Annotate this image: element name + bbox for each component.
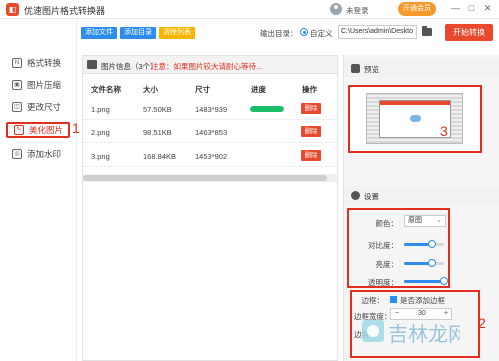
- column-header-size: 大小: [143, 85, 158, 94]
- column-header-action: 操作: [302, 85, 317, 94]
- add-folder-button[interactable]: 添加目录: [120, 27, 156, 39]
- resize-icon: ◫: [12, 102, 22, 112]
- large-file-note: 注意：如果图片较大请耐心等待...: [151, 62, 263, 71]
- contrast-slider[interactable]: [404, 240, 444, 248]
- sidebar-item-label: 更改尺寸: [27, 102, 62, 112]
- color-select-value: 原图: [408, 217, 422, 224]
- cloud-icon: [410, 115, 421, 122]
- sidebar-item-watermark[interactable]: ◎ 添加水印: [6, 146, 70, 162]
- clear-list-button[interactable]: 清除列表: [159, 27, 195, 39]
- slider-knob[interactable]: [440, 277, 448, 285]
- format-convert-icon: N: [12, 58, 22, 68]
- sidebar-item-beautify[interactable]: ✎ 美化图片: [6, 122, 70, 138]
- close-icon[interactable]: ✕: [482, 3, 493, 14]
- preview-header: 预览: [344, 59, 499, 77]
- title-bar: ◧ 优速图片格式转换器 未登录 开通会员 — □ ✕: [0, 0, 499, 19]
- file-dims: 1453*902: [195, 152, 228, 161]
- delete-button[interactable]: 删除: [301, 126, 321, 137]
- output-path-input[interactable]: C:\Users\admin\Deskto: [338, 25, 417, 39]
- vip-button[interactable]: 开通会员: [398, 2, 436, 16]
- slider-knob[interactable]: [428, 259, 436, 267]
- progress-fill: [250, 106, 284, 112]
- sidebar-item-compress[interactable]: ▣ 图片压缩: [6, 77, 70, 93]
- maximize-icon[interactable]: □: [466, 3, 477, 14]
- sidebar-item-label: 添加水印: [27, 149, 62, 159]
- sidebar-item-label: 图片压缩: [27, 80, 62, 90]
- minimize-icon[interactable]: —: [450, 3, 461, 14]
- start-convert-button[interactable]: 开始转换: [445, 24, 493, 41]
- annotation-1: 1: [72, 120, 80, 136]
- preview-image-header: [380, 101, 450, 105]
- user-avatar-icon[interactable]: [330, 3, 342, 15]
- sidebar-item-format-convert[interactable]: N 格式转换: [6, 55, 70, 71]
- chevron-down-icon: ⌄: [436, 217, 442, 224]
- file-name: 1.png: [91, 105, 110, 114]
- annotation-2: 2: [478, 315, 486, 331]
- column-header-name: 文件名称: [91, 85, 121, 94]
- border-label: 边框：: [361, 296, 385, 305]
- settings-title: 设置: [364, 192, 379, 201]
- column-header-dims: 尺寸: [195, 85, 210, 94]
- file-list-header: 图片信息（3个） 注意：如果图片较大请耐心等待...: [83, 56, 337, 74]
- transparency-slider[interactable]: [404, 277, 448, 285]
- progress-bar: [250, 106, 284, 112]
- app-logo-icon: ◧: [6, 3, 19, 16]
- output-dir-label: 输出目录：: [260, 29, 298, 38]
- custom-radio[interactable]: [300, 28, 308, 36]
- delete-button[interactable]: 删除: [301, 150, 321, 161]
- watermark-logo: 吉林龙网: [362, 320, 460, 346]
- file-size: 57.50KB: [143, 105, 172, 114]
- file-list-panel: 图片信息（3个） 注意：如果图片较大请耐心等待... 文件名称 大小 尺寸 进度…: [82, 55, 338, 361]
- compress-icon: ▣: [12, 80, 22, 90]
- brightness-label: 亮度：: [375, 260, 399, 269]
- beautify-icon: ✎: [14, 125, 24, 135]
- file-count-title: 图片信息（3个）: [101, 62, 158, 71]
- border-checkbox-label: 是否添加边框: [400, 296, 445, 305]
- file-dims: 1483*939: [195, 105, 228, 114]
- slider-knob[interactable]: [428, 240, 436, 248]
- file-dims: 1463*853: [195, 128, 228, 137]
- horizontal-scrollbar[interactable]: [83, 174, 337, 182]
- column-header-progress: 进度: [251, 85, 266, 94]
- border-checkbox[interactable]: [390, 296, 397, 303]
- custom-radio-label: 自定义: [310, 29, 333, 38]
- slider-fill: [404, 280, 444, 283]
- color-select[interactable]: 原图 ⌄: [404, 215, 446, 227]
- sidebar-item-label: 格式转换: [27, 58, 62, 68]
- file-name: 3.png: [91, 152, 110, 161]
- file-size: 168.84KB: [143, 152, 176, 161]
- app-title: 优速图片格式转换器: [24, 6, 106, 16]
- watermark-text: 吉林龙网: [388, 322, 460, 346]
- sidebar-item-resize[interactable]: ◫ 更改尺寸: [6, 99, 70, 115]
- color-label: 颜色：: [375, 219, 399, 228]
- brightness-slider[interactable]: [404, 259, 444, 267]
- delete-button[interactable]: 删除: [301, 103, 321, 114]
- preview-image: [366, 93, 463, 144]
- image-icon: [87, 60, 97, 69]
- login-status[interactable]: 未登录: [346, 5, 369, 16]
- gear-icon: [351, 191, 360, 200]
- preview-area: [348, 85, 482, 153]
- sidebar-item-label: 美化图片: [29, 125, 64, 135]
- folder-icon[interactable]: [422, 26, 432, 36]
- annotation-3: 3: [440, 123, 448, 139]
- sidebar: N 格式转换 ▣ 图片压缩 ◫ 更改尺寸 ✎ 美化图片 ◎ 添加水印: [0, 19, 77, 361]
- watermark-icon: ◎: [12, 149, 22, 159]
- table-row[interactable]: 2.png 98.51KB 1463*853 删除: [83, 121, 337, 143]
- preview-icon: [351, 64, 360, 73]
- scrollbar-thumb[interactable]: [83, 175, 327, 181]
- table-row[interactable]: 3.png 168.84KB 1453*902 删除: [83, 145, 337, 167]
- contrast-label: 对比度：: [368, 241, 398, 250]
- file-name: 2.png: [91, 128, 110, 137]
- transparency-label: 透明度：: [368, 278, 398, 287]
- preview-title: 预览: [364, 65, 379, 74]
- table-row[interactable]: 1.png 57.50KB 1483*939 删除: [83, 98, 337, 120]
- settings-header: 设置: [344, 186, 499, 204]
- add-file-button[interactable]: 添加文件: [81, 27, 117, 39]
- file-size: 98.51KB: [143, 128, 172, 137]
